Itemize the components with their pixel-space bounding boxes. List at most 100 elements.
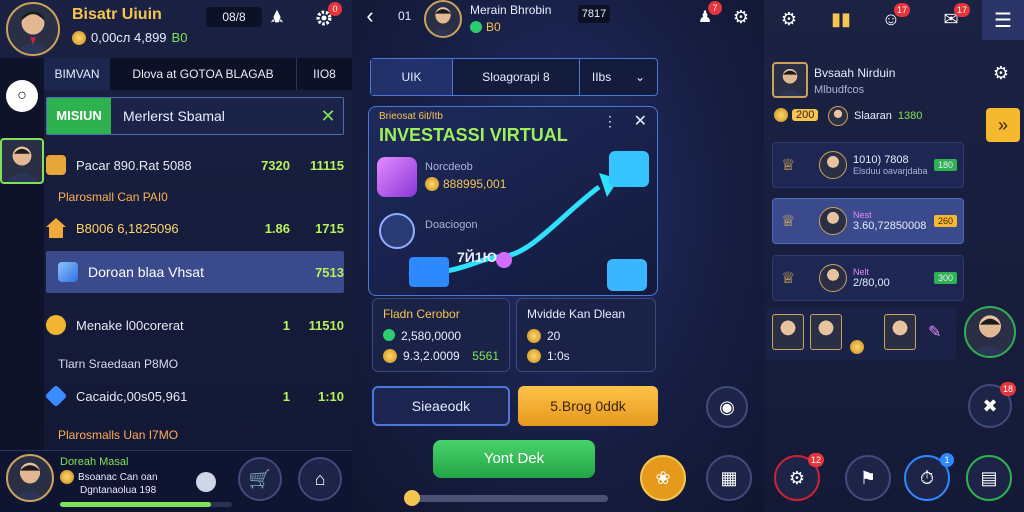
camera-icon[interactable]: ◉ (706, 386, 748, 428)
mail-icon[interactable]: ✉ 17 (940, 3, 970, 30)
crown-icon: ♕ (781, 213, 796, 230)
friend-avatar[interactable] (0, 138, 44, 184)
team-avatar[interactable] (810, 314, 842, 350)
tools-icon[interactable]: ✖ 18 (968, 382, 1016, 428)
coin-icon (60, 470, 74, 484)
profile-name: Bvsaah Nirduin (814, 66, 896, 80)
crown-icon: ♕ (781, 157, 796, 174)
list-subheading: Plarosmalls Uan I7MO (58, 428, 179, 442)
cube-icon (58, 262, 78, 282)
leaf-icon[interactable]: ❀ (640, 455, 686, 501)
crown-icon: ♕ (781, 270, 796, 287)
player-avatar[interactable] (6, 2, 60, 56)
tab-primary[interactable]: BIMVAN (44, 58, 110, 90)
opponent-avatar[interactable] (424, 0, 462, 38)
row-tag: 260 (933, 215, 957, 227)
document-icon[interactable]: ▤ (966, 455, 1012, 501)
list-subheading: Plarosmall Can PAI0 (58, 190, 168, 204)
chat-icon[interactable]: ○ (6, 80, 38, 112)
tab-filter[interactable]: IIbs ⌄ (579, 59, 657, 95)
home-icon (46, 218, 66, 238)
flag-icon[interactable]: ⚑ (845, 455, 891, 501)
notification-badge: 7 (708, 1, 722, 15)
emoji-icon[interactable]: ☺ 17 (880, 3, 910, 30)
mission-title: Merlerst Sbamal (123, 108, 225, 124)
mid-tab-bar: UIK Sloagorapi 8 OCORRIS IIbs⌄ (370, 58, 658, 120)
notification-badge: 0 (328, 2, 342, 16)
slider-thumb[interactable] (404, 490, 420, 506)
shield-icon (196, 472, 216, 492)
row-avatar (819, 207, 847, 235)
list-item[interactable]: Pacar 890.Rat 5088 7320 11115 (46, 145, 344, 185)
coin-icon (72, 30, 86, 45)
gear-icon[interactable]: ⚙ 12 (774, 453, 824, 501)
shopping-cart-icon[interactable]: 🛒 (238, 457, 282, 501)
mission-label: MISIUN (47, 98, 111, 134)
investment-card: Brieosat 6it/Itb INVESTASSI VIRTUAL ⋮ ✕ … (368, 106, 658, 296)
double-arrow-icon[interactable]: » (986, 108, 1020, 142)
shop-icon (46, 155, 66, 175)
notification-badge: 17 (953, 3, 970, 17)
tab-bar: BIMVAN Dlova at GOTOA BLAGAB IIO8 (44, 58, 352, 90)
list-item-selected[interactable]: Doroan blaa Vhsat 7513 (46, 251, 344, 293)
coin-icon (527, 329, 541, 343)
info-box-right: Mvidde Kan Dlean 20 1:0s (516, 298, 656, 372)
coin-icon (383, 349, 397, 363)
gem-icon (383, 329, 395, 341)
house-icon[interactable]: ⌂ (298, 457, 342, 501)
mini-avatar (828, 106, 848, 126)
notification-badge: 18 (999, 382, 1016, 396)
gear-icon[interactable]: ⚙ (990, 62, 1012, 84)
profile-avatar[interactable] (772, 62, 808, 98)
rocket-icon[interactable] (266, 6, 288, 28)
coin-pill: 200 (774, 108, 819, 122)
ranking-row-selected[interactable]: ♕ Nest 3.60,72850008 260 (772, 198, 964, 244)
row-tag: 300 (933, 272, 957, 284)
secondary-button[interactable]: Sieaeodk (372, 386, 510, 426)
header-counter: 01 (398, 9, 412, 23)
xp-progress (60, 502, 232, 507)
mission-bar[interactable]: MISIUN Merlerst Sbamal ✕ (46, 97, 344, 135)
list-subheading: Tlarn Sraedaan P8MO (58, 357, 179, 371)
profile-line2: Mlbudfcos (814, 84, 865, 96)
ranking-row[interactable]: ♕ 1010) 7808 Elsduu oavarjdaba 180 (772, 142, 964, 188)
list-item[interactable]: B8006 6,1825096 1.86 1715 (46, 208, 344, 248)
settings-icon[interactable]: ⚙ (778, 8, 800, 30)
gold-button[interactable]: 5.Brog 0ddk (518, 386, 658, 426)
tab-uik[interactable]: UIK (371, 59, 453, 95)
gear-icon[interactable]: 0 (312, 2, 342, 30)
tab-tertiary[interactable]: IIO8 (296, 58, 352, 90)
add-friend-icon[interactable]: ♟ 7 (694, 1, 722, 28)
info-box-left: Fladn Cerobor 2,580,0000 9.3,2.0009 5561 (372, 298, 510, 372)
gear-icon[interactable]: ⚙ (730, 6, 752, 28)
footer-avatar[interactable] (6, 454, 54, 502)
tab-market[interactable]: Sloagorapi 8 OCORRIS (453, 59, 579, 120)
main-action-button[interactable]: Yont Dek (433, 440, 595, 478)
row-avatar (819, 264, 847, 292)
tab-secondary[interactable]: Dlova at GOTOA BLAGAB (110, 58, 296, 90)
close-icon[interactable]: ✕ (313, 106, 343, 127)
menu-icon[interactable]: ☰ (982, 0, 1024, 40)
footer-name: Doreah Masal (60, 456, 129, 468)
bottom-slider[interactable] (404, 490, 608, 506)
footer-line2: Bsoanac Can oan (60, 470, 158, 484)
counter-badge: 08/8 (206, 7, 262, 27)
side-avatar[interactable] (964, 306, 1016, 358)
stats-icon[interactable]: ▮▮ (830, 8, 852, 30)
bag-icon[interactable]: ▦ (706, 455, 752, 501)
notification-badge: 12 (807, 453, 824, 467)
team-avatar[interactable] (884, 314, 916, 350)
back-chevron-icon[interactable]: ‹ (360, 3, 380, 28)
ranking-row[interactable]: ♕ Nelt 2/80,00 300 (772, 255, 964, 301)
timer-icon[interactable]: ⏱ 1 (904, 453, 954, 501)
list-item[interactable]: Menake l00corerat 1 11510 (46, 305, 344, 345)
list-item[interactable]: Cacaidc,00s05,961 1 1:10 (44, 376, 344, 416)
notification-badge: 1 (940, 453, 954, 467)
team-avatar[interactable] (772, 314, 804, 350)
edit-icon[interactable]: ✎ (928, 322, 941, 342)
chart-value: 7Й1Ю (457, 249, 498, 265)
row-tag: 180 (933, 159, 957, 171)
chevron-down-icon: ⌄ (635, 70, 646, 84)
sub-profile: Slaaran 1380 (828, 106, 922, 126)
coin-icon (527, 349, 541, 363)
